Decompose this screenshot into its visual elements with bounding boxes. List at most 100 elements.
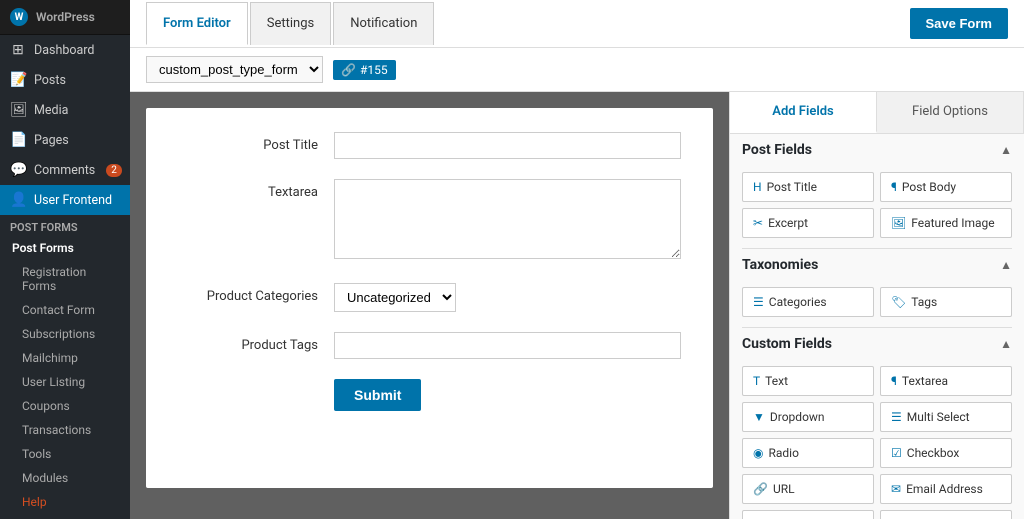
tab-form-editor[interactable]: Form Editor — [146, 2, 248, 45]
multi-select-chip[interactable]: ☰ Multi Select — [880, 402, 1012, 432]
comments-icon: 💬 — [10, 162, 26, 178]
custom-fields-title: Custom Fields — [742, 336, 832, 352]
product-categories-select[interactable]: Uncategorized — [334, 283, 456, 312]
textarea-chip[interactable]: ¶ Textarea — [880, 366, 1012, 396]
multi-select-chip-label: Multi Select — [907, 410, 970, 424]
radio-chip[interactable]: ◉ Radio — [742, 438, 874, 468]
excerpt-chip[interactable]: ✂ Excerpt — [742, 208, 874, 238]
field-input-product-categories: Uncategorized — [334, 283, 681, 312]
sidebar-item-label: Pages — [34, 133, 69, 148]
categories-chip-icon: ☰ — [753, 295, 764, 309]
tags-chip[interactable]: 🏷 Tags — [880, 287, 1012, 317]
post-forms-section-header: Post Forms — [0, 215, 130, 236]
checkbox-chip[interactable]: ☑ Checkbox — [880, 438, 1012, 468]
product-tags-input[interactable] — [334, 332, 681, 359]
sidebar-subitem-user-listing[interactable]: User Listing — [0, 370, 130, 394]
categories-chip[interactable]: ☰ Categories — [742, 287, 874, 317]
wp-logo: W — [10, 8, 28, 26]
post-fields-grid: H Post Title ¶ Post Body ✂ Excerpt 🖼 Fea… — [730, 166, 1024, 248]
dropdown-chip[interactable]: ▼ Dropdown — [742, 402, 874, 432]
hidden-field-chip[interactable]: 👁 Hidden Field — [742, 510, 874, 519]
tags-chip-label: Tags — [911, 295, 937, 309]
sidebar-subitem-coupons[interactable]: Coupons — [0, 394, 130, 418]
sidebar-item-label: Dashboard — [34, 43, 94, 58]
image-upload-chip[interactable]: 🖼 Image Upload — [880, 510, 1012, 519]
panel-tab-field-options[interactable]: Field Options — [877, 92, 1024, 133]
right-panel: Add Fields Field Options Post Fields ▲ H… — [729, 92, 1024, 519]
sidebar-subitem-tools[interactable]: Tools — [0, 442, 130, 466]
sidebar-subitem-settings[interactable]: Settings — [0, 514, 130, 519]
subtopbar: custom_post_type_form 🔗 #155 — [130, 48, 1024, 92]
email-chip[interactable]: ✉ Email Address — [880, 474, 1012, 504]
field-label-textarea: Textarea — [178, 179, 318, 200]
media-icon: 🖼 — [10, 102, 26, 118]
featured-image-chip[interactable]: 🖼 Featured Image — [880, 208, 1012, 238]
tab-notification[interactable]: Notification — [333, 2, 434, 45]
checkbox-chip-label: Checkbox — [907, 446, 960, 460]
url-chip-icon: 🔗 — [753, 482, 768, 496]
text-chip-icon: T — [753, 374, 760, 388]
sidebar-item-dashboard[interactable]: ⊞ Dashboard — [0, 35, 130, 65]
form-name-dropdown[interactable]: custom_post_type_form — [146, 56, 323, 83]
form-id-icon: 🔗 — [341, 63, 356, 77]
textarea-chip-icon: ¶ — [891, 374, 897, 388]
field-row-product-tags: Product Tags — [178, 332, 681, 359]
sidebar-item-label: Media — [34, 103, 68, 118]
topbar: Form Editor Settings Notification Save F… — [130, 0, 1024, 48]
dropdown-chip-icon: ▼ — [753, 410, 765, 424]
sidebar-subitem-subscriptions[interactable]: Subscriptions — [0, 322, 130, 346]
field-label-product-categories: Product Categories — [178, 283, 318, 304]
featured-image-chip-label: Featured Image — [911, 216, 994, 230]
custom-fields-header[interactable]: Custom Fields ▲ — [730, 328, 1024, 360]
post-body-chip[interactable]: ¶ Post Body — [880, 172, 1012, 202]
sidebar-subitem-transactions[interactable]: Transactions — [0, 418, 130, 442]
content-area: Post Title Textarea Product Categories — [130, 92, 1024, 519]
sidebar-item-label: Posts — [34, 73, 66, 88]
post-fields-toggle-icon: ▲ — [1000, 143, 1012, 157]
taxonomies-header[interactable]: Taxonomies ▲ — [730, 249, 1024, 281]
sidebar-subitem-help[interactable]: Help — [0, 490, 130, 514]
taxonomies-title: Taxonomies — [742, 257, 818, 273]
submit-button[interactable]: Submit — [334, 379, 421, 411]
field-label-product-tags: Product Tags — [178, 332, 318, 353]
sidebar-subitem-post-forms[interactable]: Post Forms — [0, 236, 130, 260]
form-name-selector: custom_post_type_form — [146, 56, 323, 83]
excerpt-chip-label: Excerpt — [768, 216, 808, 230]
form-id-text: #155 — [360, 63, 388, 77]
sidebar-item-user-frontend[interactable]: 👤 User Frontend — [0, 185, 130, 215]
excerpt-chip-icon: ✂ — [753, 216, 763, 230]
editor-tabs: Form Editor Settings Notification — [146, 2, 436, 45]
tags-chip-icon: 🏷 — [891, 295, 906, 309]
sidebar-brand: WordPress — [36, 10, 95, 24]
sidebar-subitem-modules[interactable]: Modules — [0, 466, 130, 490]
sidebar-subitem-registration-forms[interactable]: Registration Forms — [0, 260, 130, 298]
sidebar-item-comments[interactable]: 💬 Comments 2 — [0, 155, 130, 185]
posts-icon: 📝 — [10, 72, 26, 88]
form-canvas: Post Title Textarea Product Categories — [146, 108, 713, 488]
sidebar-subitem-mailchimp[interactable]: Mailchimp — [0, 346, 130, 370]
sidebar-item-posts[interactable]: 📝 Posts — [0, 65, 130, 95]
field-input-product-tags — [334, 332, 681, 359]
text-chip[interactable]: T Text — [742, 366, 874, 396]
tab-settings[interactable]: Settings — [250, 2, 331, 45]
url-chip[interactable]: 🔗 URL — [742, 474, 874, 504]
field-label-post-title: Post Title — [178, 132, 318, 153]
multi-select-chip-icon: ☰ — [891, 410, 902, 424]
dashboard-icon: ⊞ — [10, 42, 26, 58]
sidebar-item-media[interactable]: 🖼 Media — [0, 95, 130, 125]
post-body-chip-icon: ¶ — [891, 180, 897, 194]
post-title-input[interactable] — [334, 132, 681, 159]
radio-chip-label: Radio — [768, 446, 798, 460]
post-title-chip[interactable]: H Post Title — [742, 172, 874, 202]
textarea-input[interactable] — [334, 179, 681, 259]
sidebar-subitem-contact-form[interactable]: Contact Form — [0, 298, 130, 322]
save-button[interactable]: Save Form — [910, 8, 1008, 39]
sidebar-item-pages[interactable]: 📄 Pages — [0, 125, 130, 155]
panel-tab-add-fields[interactable]: Add Fields — [730, 92, 877, 133]
custom-fields-toggle-icon: ▲ — [1000, 337, 1012, 351]
radio-chip-icon: ◉ — [753, 446, 763, 460]
textarea-chip-label: Textarea — [902, 374, 948, 388]
post-fields-title: Post Fields — [742, 142, 812, 158]
post-fields-header[interactable]: Post Fields ▲ — [730, 134, 1024, 166]
text-chip-label: Text — [765, 374, 788, 388]
